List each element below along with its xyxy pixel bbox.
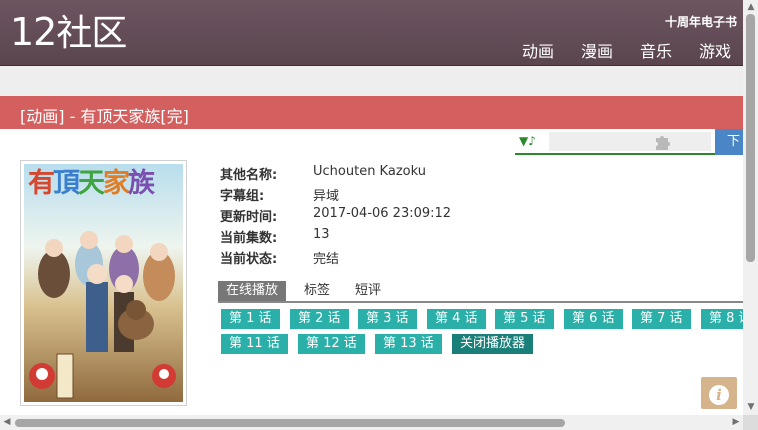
episode-button[interactable]: 第 4 话 (427, 309, 486, 329)
puzzle-plugin-icon (656, 136, 670, 150)
anime-poster: 有頂天家族 (20, 160, 187, 406)
plugin-slot[interactable] (549, 132, 711, 151)
scroll-up-arrow-icon[interactable]: ▲ (746, 2, 756, 12)
info-value: 异域 (313, 189, 340, 204)
episode-button[interactable]: 第 13 话 (375, 334, 442, 354)
anniversary-ebook-link[interactable]: 十周年电子书 (665, 13, 737, 30)
horizontal-scroll-thumb[interactable] (15, 419, 565, 427)
tab-online-play[interactable]: 在线播放 (218, 281, 287, 301)
vertical-scrollbar[interactable]: ▲ ▼ (743, 0, 758, 415)
title-bar: [动画] - 有顶天家族[完] (0, 96, 743, 129)
info-value: Uchouten Kazoku (313, 164, 426, 179)
top-nav: 动画 漫画 音乐 游戏 (522, 38, 731, 62)
nav-games[interactable]: 游戏 (699, 38, 731, 62)
info-label: 当前集数: (220, 231, 278, 246)
nav-music[interactable]: 音乐 (640, 38, 672, 62)
page-title: [动画] - 有顶天家族[完] (20, 107, 189, 126)
episode-button[interactable]: 第 2 话 (290, 309, 349, 329)
browser-viewport: 12社区 十周年电子书 动画 漫画 音乐 游戏 [动画] - 有顶天家族[完] … (0, 0, 743, 415)
site-header: 12社区 十周年电子书 动画 漫画 音乐 游戏 (0, 0, 743, 66)
episode-button[interactable]: 第 12 话 (298, 334, 365, 354)
info-label: 更新时间: (220, 210, 278, 225)
tab-tags[interactable]: 标签 (296, 281, 338, 301)
episode-list: 第 1 话 第 2 话 第 3 话 第 4 话 第 5 话 第 6 话 第 7 … (221, 309, 743, 369)
poster-illustration (24, 164, 183, 402)
episode-button[interactable]: 第 8 话 (701, 309, 743, 329)
sub-header-band (0, 66, 743, 96)
episode-button[interactable]: 第 1 话 (221, 309, 280, 329)
main-content: ▼♪ 下 有頂天家族 其他名称: Uchouten Kazoku 字幕组: 异域… (0, 129, 743, 415)
info-value: 13 (313, 227, 330, 242)
tab-short-reviews[interactable]: 短评 (347, 281, 389, 301)
info-value: 完结 (313, 252, 340, 267)
episode-button[interactable]: 第 11 话 (221, 334, 288, 354)
scroll-down-arrow-icon[interactable]: ▼ (746, 402, 756, 412)
nav-anime[interactable]: 动画 (522, 38, 554, 62)
scroll-right-arrow-icon[interactable]: ▶ (731, 417, 741, 427)
horizontal-scrollbar[interactable]: ◀ ▶ (0, 415, 743, 430)
episode-button[interactable]: 第 6 话 (564, 309, 623, 329)
info-label: 字幕组: (220, 189, 265, 204)
info-value: 2017-04-06 23:09:12 (313, 206, 452, 221)
info-icon[interactable]: i (701, 377, 737, 409)
episode-button[interactable]: 第 7 话 (632, 309, 691, 329)
download-button[interactable]: 下 (715, 129, 743, 155)
info-label: 其他名称: (220, 168, 278, 183)
close-player-button[interactable]: 关闭播放器 (452, 334, 534, 354)
music-player-bar: ▼♪ (515, 129, 715, 155)
episode-button[interactable]: 第 5 话 (495, 309, 554, 329)
site-logo[interactable]: 12社区 (10, 10, 127, 54)
poster-image: 有頂天家族 (24, 164, 183, 402)
music-note-icon[interactable]: ▼♪ (519, 134, 536, 148)
vertical-scroll-thumb[interactable] (746, 14, 755, 262)
nav-manga[interactable]: 漫画 (581, 38, 613, 62)
episode-button[interactable]: 第 3 话 (358, 309, 417, 329)
content-tabs: 在线播放 标签 短评 (218, 281, 743, 303)
scroll-left-arrow-icon[interactable]: ◀ (2, 417, 12, 427)
logo-text: 社区 (56, 13, 127, 54)
info-label: 当前状态: (220, 252, 278, 267)
poster-title-art: 有頂天家族 (28, 168, 155, 199)
scrollbar-corner (743, 415, 758, 430)
logo-number: 12 (10, 10, 57, 54)
